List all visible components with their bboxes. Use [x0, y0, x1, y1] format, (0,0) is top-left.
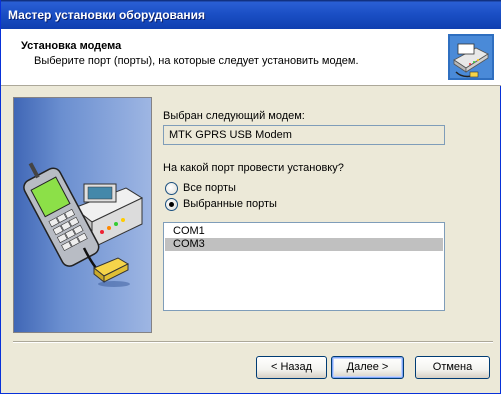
header-subtitle: Выберите порт (порты), на которые следуе…: [34, 55, 359, 67]
radio-selected-ports-button[interactable]: [165, 197, 178, 211]
cancel-button[interactable]: Отмена: [415, 356, 490, 379]
wizard-window: Мастер установки оборудования Установка …: [0, 0, 501, 394]
port-list-item-com1[interactable]: COM1: [165, 225, 443, 238]
port-list[interactable]: COM1 COM3: [163, 222, 445, 311]
wizard-header: Установка модема Выберите порт (порты), …: [1, 29, 501, 86]
radio-all-ports-button[interactable]: [165, 181, 178, 195]
modem-icon: [448, 34, 494, 80]
radio-selected-ports[interactable]: Выбранные порты: [165, 196, 277, 212]
modem-label: Выбран следующий модем:: [163, 110, 305, 122]
phone-modem-illustration: [23, 162, 144, 287]
port-question-label: На какой порт провести установку?: [163, 162, 344, 174]
radio-all-ports-label: Все порты: [183, 182, 236, 194]
radio-selected-ports-label: Выбранные порты: [183, 198, 277, 210]
next-button[interactable]: Далее >: [331, 356, 404, 379]
back-button[interactable]: < Назад: [256, 356, 327, 379]
port-list-item-com3[interactable]: COM3: [165, 238, 443, 251]
window-title: Мастер установки оборудования: [8, 8, 206, 22]
title-bar[interactable]: Мастер установки оборудования: [1, 0, 501, 29]
header-title: Установка модема: [21, 40, 122, 52]
port-selection-panel: Выбран следующий модем: MTK GPRS USB Mod…: [163, 97, 493, 333]
wizard-illustration: [13, 97, 152, 333]
button-separator: [13, 341, 493, 343]
modem-name-field: MTK GPRS USB Modem: [163, 125, 445, 145]
radio-all-ports[interactable]: Все порты: [165, 180, 236, 196]
